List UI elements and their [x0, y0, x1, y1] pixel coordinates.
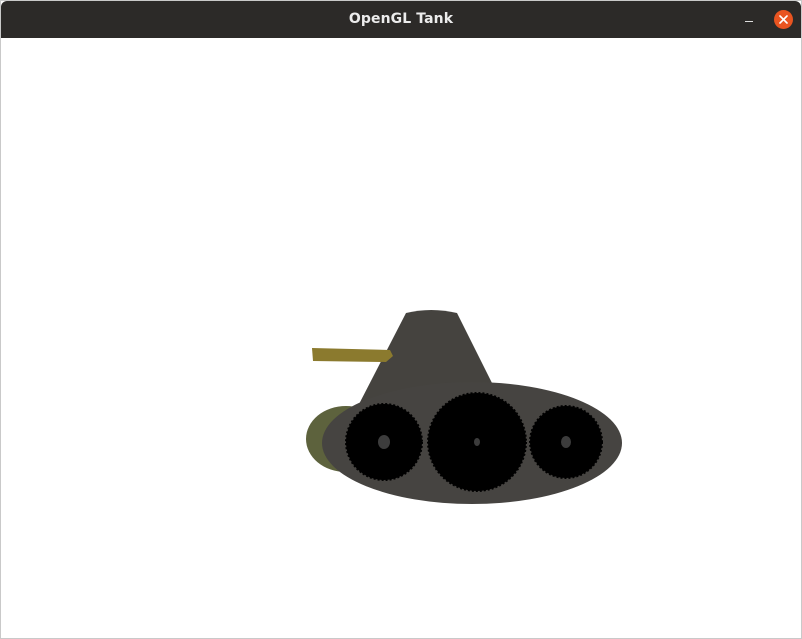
minimize-button[interactable]: [738, 11, 760, 29]
window-title: OpenGL Tank: [348, 11, 454, 27]
wheel-center: [427, 392, 527, 492]
wheel-center-hub: [474, 438, 480, 446]
close-icon: [779, 15, 788, 24]
tank-barrel: [312, 348, 393, 362]
wheel-left: [345, 403, 423, 481]
wheel-right-hub: [561, 436, 571, 448]
app-window: OpenGL Tank: [0, 0, 802, 639]
tank-scene: [306, 310, 622, 504]
wheel-right: [529, 405, 603, 479]
close-button[interactable]: [774, 10, 793, 29]
wheel-left-hub: [378, 435, 390, 449]
opengl-canvas[interactable]: [1, 38, 801, 638]
title-bar[interactable]: OpenGL Tank: [1, 1, 801, 38]
